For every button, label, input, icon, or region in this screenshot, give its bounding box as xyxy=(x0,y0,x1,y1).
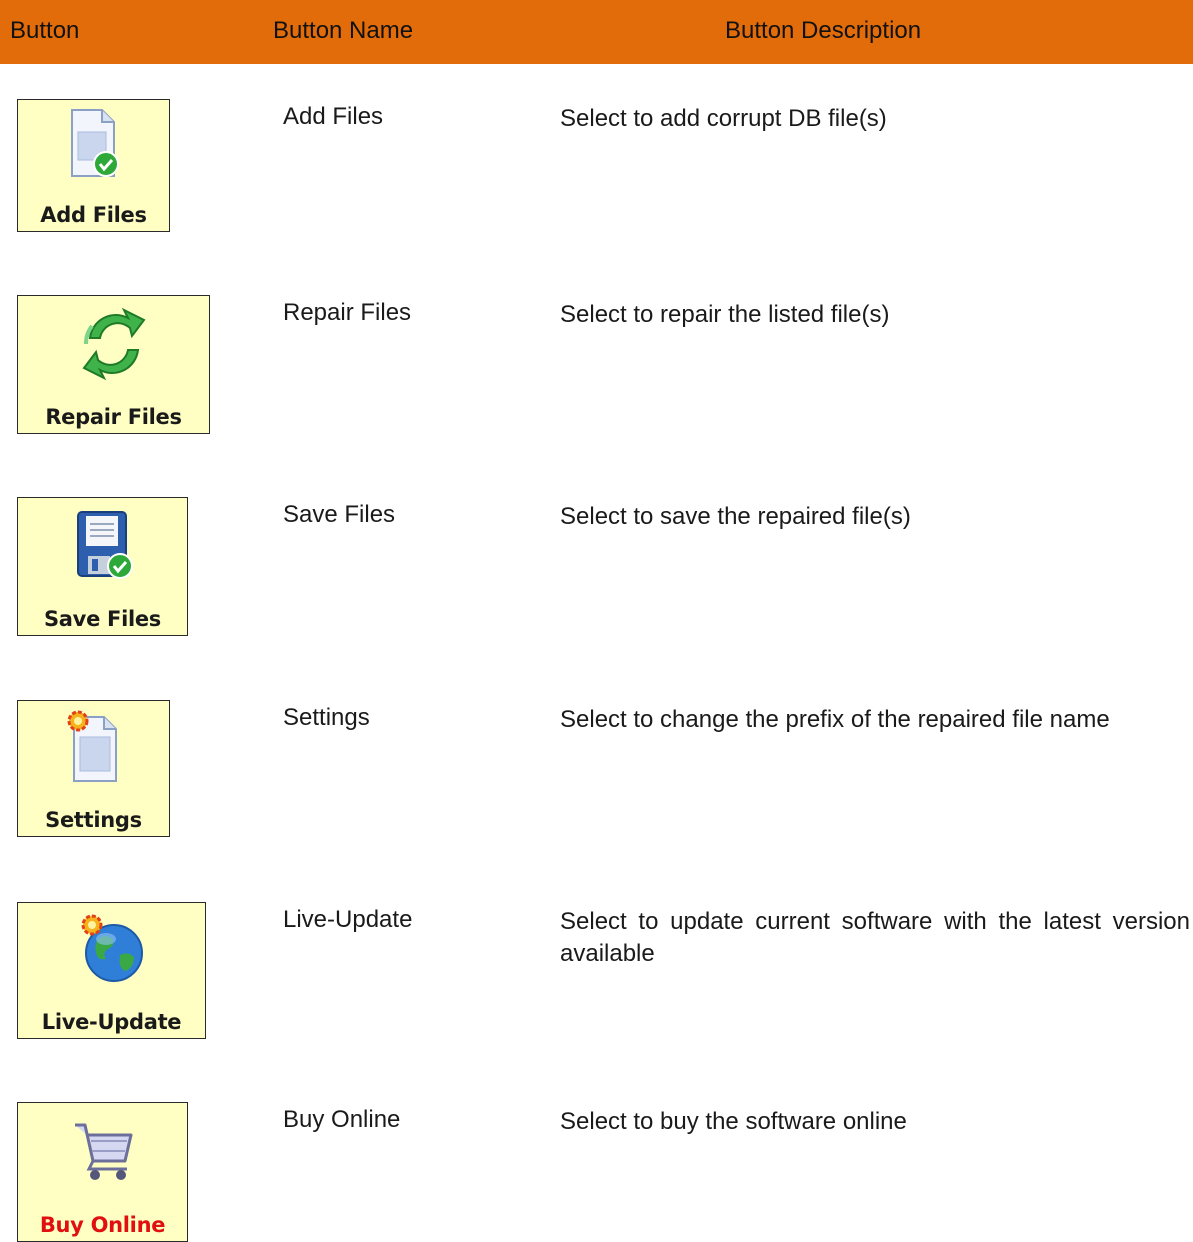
button-name: Live-Update xyxy=(283,906,413,933)
button-description: Select to repair the listed file(s) xyxy=(560,301,890,328)
settings-caption: Settings xyxy=(45,808,142,832)
table-row-buy-online: Buy Online Buy Online Select to buy the … xyxy=(0,1102,1193,1242)
add-files-button[interactable]: Add Files xyxy=(17,99,170,232)
button-description: Select to save the repaired file(s) xyxy=(560,503,911,530)
table-row-add-files: Add Files Add Files Select to add corrup… xyxy=(0,99,1193,239)
save-files-caption: Save Files xyxy=(43,607,162,631)
header-button-description: Button Description xyxy=(725,17,922,44)
button-description: Select to add corrupt DB file(s) xyxy=(560,105,887,132)
buy-online-button[interactable]: Buy Online xyxy=(17,1102,188,1242)
header-button-name: Button Name xyxy=(273,17,414,44)
settings-document-icon xyxy=(67,710,117,782)
button-name: Repair Files xyxy=(283,299,412,326)
button-name: Settings xyxy=(283,704,370,731)
table-header: Button Button Name Button Description xyxy=(0,0,1193,64)
save-files-button[interactable]: Save Files xyxy=(17,497,188,636)
table-row-save-files: Save Files Save Files Select to save the… xyxy=(0,497,1193,637)
repair-arrows-icon xyxy=(81,307,146,381)
button-description: Select to update current software with t… xyxy=(560,908,1190,967)
globe-icon xyxy=(81,914,143,982)
table-row-settings: Settings Settings Select to change the p… xyxy=(0,700,1193,840)
table-row-live-update: Live-Update Live-Update Select to update… xyxy=(0,902,1193,1042)
floppy-check-icon xyxy=(76,511,133,579)
shopping-cart-icon xyxy=(74,1123,132,1180)
table-row-repair-files: Repair Files Repair Files Select to repa… xyxy=(0,295,1193,435)
button-name: Buy Online xyxy=(283,1106,401,1133)
header-button: Button xyxy=(10,17,80,44)
live-update-caption: Live-Update xyxy=(41,1010,182,1034)
settings-button[interactable]: Settings xyxy=(17,700,170,837)
button-description: Select to buy the software online xyxy=(560,1108,907,1135)
button-name: Save Files xyxy=(283,501,396,528)
buy-online-caption: Buy Online xyxy=(39,1213,166,1237)
repair-files-button[interactable]: Repair Files xyxy=(17,295,210,434)
repair-files-caption: Repair Files xyxy=(45,405,182,429)
live-update-button[interactable]: Live-Update xyxy=(17,902,206,1039)
document-check-icon xyxy=(70,109,119,177)
add-files-caption: Add Files xyxy=(40,203,147,227)
button-name: Add Files xyxy=(283,103,384,130)
button-description: Select to change the prefix of the repai… xyxy=(560,706,1110,733)
